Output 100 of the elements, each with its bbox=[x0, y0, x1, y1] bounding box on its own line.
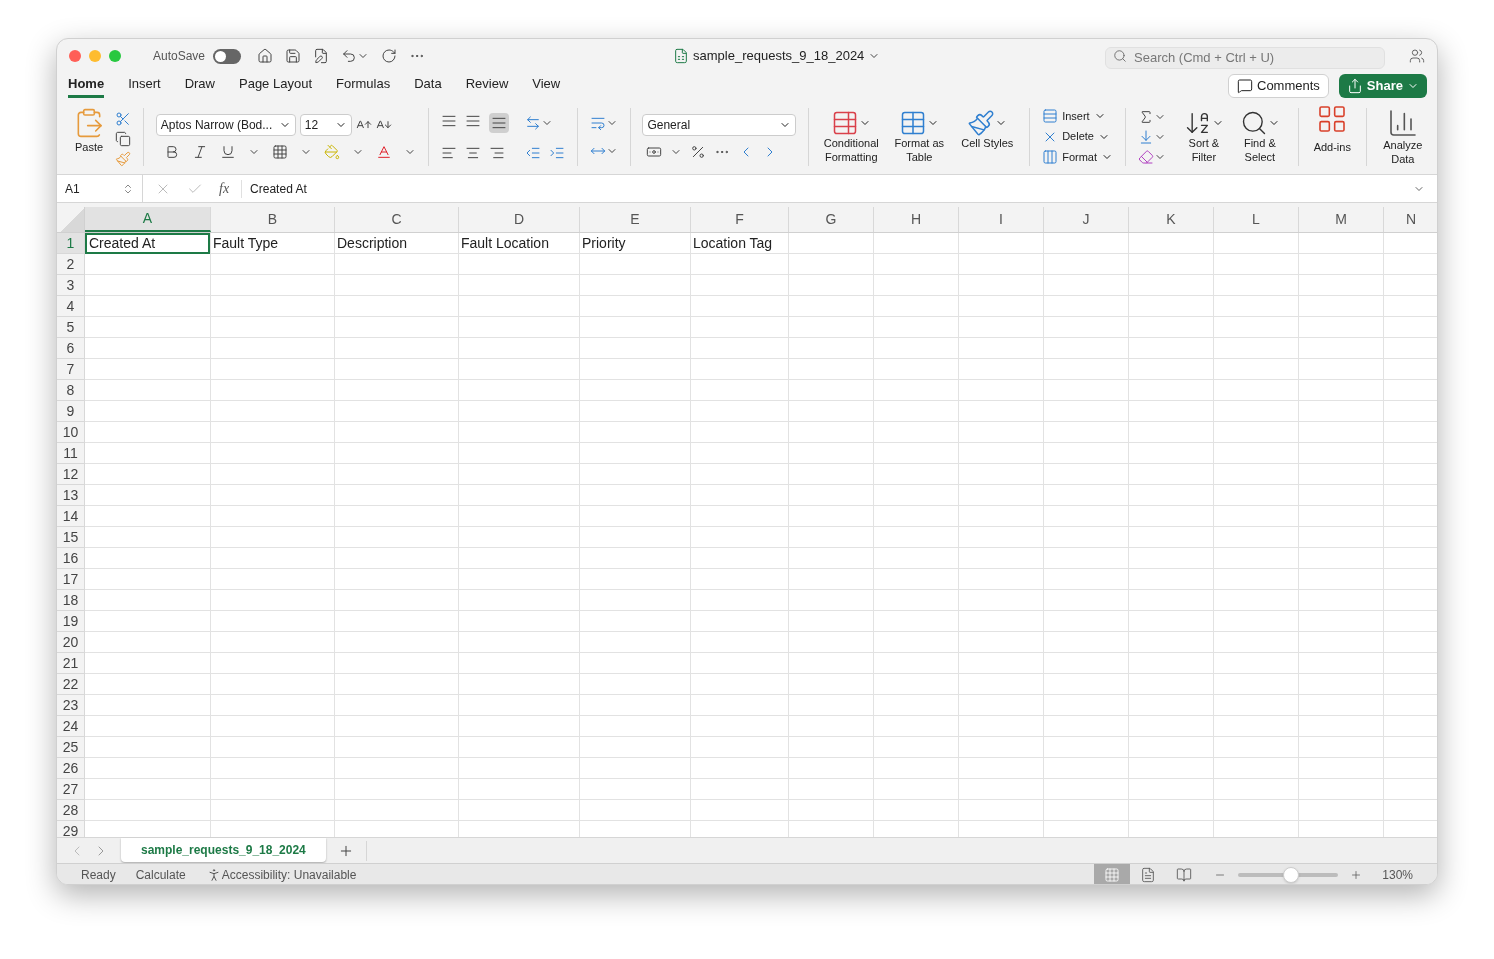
search-icon[interactable] bbox=[1113, 49, 1127, 63]
ribbon-tab[interactable]: Page Layout bbox=[239, 73, 312, 99]
row-header[interactable]: 21 bbox=[57, 653, 85, 674]
function-icon[interactable]: fx bbox=[219, 178, 230, 199]
cells-button[interactable]: Format bbox=[1042, 148, 1113, 166]
ribbon-tab[interactable]: Formulas bbox=[336, 73, 391, 99]
column-header[interactable]: G bbox=[789, 207, 874, 232]
editing-label: Find & Select bbox=[1242, 136, 1277, 165]
ribbon-tab[interactable]: Review bbox=[465, 73, 509, 99]
font-color-icon[interactable] bbox=[375, 143, 392, 160]
style-button[interactable]: Format as Table bbox=[889, 108, 950, 165]
row-header[interactable]: 6 bbox=[57, 338, 85, 359]
ribbon-tab[interactable]: Draw bbox=[184, 73, 215, 99]
home-icon[interactable] bbox=[257, 48, 274, 64]
zoom-level[interactable]: 130% bbox=[1382, 866, 1413, 884]
row-header[interactable]: 20 bbox=[57, 632, 85, 653]
borders-icon[interactable] bbox=[271, 143, 288, 160]
row-header[interactable]: 23 bbox=[57, 695, 85, 716]
row-header[interactable]: 29 bbox=[57, 821, 85, 837]
save-icon[interactable] bbox=[285, 48, 302, 64]
row-header[interactable]: 16 bbox=[57, 548, 85, 569]
scissors-icon[interactable] bbox=[115, 110, 131, 127]
row-header[interactable]: 2 bbox=[57, 254, 85, 275]
percent-icon[interactable] bbox=[690, 143, 707, 160]
column-header[interactable]: E bbox=[580, 207, 691, 232]
row-header[interactable]: 22 bbox=[57, 674, 85, 695]
ribbon-tab[interactable]: Home bbox=[68, 73, 105, 99]
cells-button[interactable]: Insert bbox=[1042, 107, 1113, 125]
row-header[interactable]: 10 bbox=[57, 422, 85, 443]
eraser-icon[interactable] bbox=[1137, 148, 1154, 165]
column-header[interactable]: M bbox=[1299, 207, 1384, 232]
redo-icon[interactable] bbox=[381, 48, 398, 64]
row-header[interactable]: 18 bbox=[57, 590, 85, 611]
accessibility-status[interactable]: Accessibility: Unavailable bbox=[221, 866, 357, 884]
add-ins-button[interactable]: Add-ins bbox=[1310, 103, 1354, 156]
style-button[interactable]: Conditional Formatting bbox=[821, 108, 882, 165]
row-header[interactable]: 5 bbox=[57, 317, 85, 338]
search-field[interactable]: Search (Cmd + Ctrl + U) bbox=[1105, 46, 1385, 69]
editing-button[interactable]: Find & Select bbox=[1233, 108, 1286, 165]
share-button[interactable]: Share bbox=[1338, 74, 1427, 98]
row-header[interactable]: 12 bbox=[57, 464, 85, 485]
column-header[interactable]: B bbox=[211, 207, 335, 232]
column-header[interactable]: L bbox=[1214, 207, 1299, 232]
row-header[interactable]: 3 bbox=[57, 275, 85, 296]
save-edit-icon[interactable] bbox=[313, 48, 330, 64]
row-header[interactable]: 15 bbox=[57, 527, 85, 548]
row-header[interactable]: 4 bbox=[57, 296, 85, 317]
font-name-field[interactable]: Aptos Narrow (Bod... bbox=[155, 113, 296, 136]
column-header[interactable]: H bbox=[874, 207, 959, 232]
row-header[interactable]: 25 bbox=[57, 737, 85, 758]
zoom-in-icon[interactable] bbox=[1350, 869, 1363, 881]
insert-rows-icon bbox=[1042, 108, 1059, 124]
people-icon[interactable] bbox=[1409, 48, 1425, 64]
row-header[interactable]: 26 bbox=[57, 758, 85, 779]
style-button[interactable]: Cell Styles bbox=[957, 108, 1018, 165]
style-label: Cell Styles bbox=[961, 136, 1014, 151]
ribbon-tab[interactable]: Insert bbox=[128, 73, 161, 99]
comments-button[interactable]: Comments bbox=[1228, 74, 1329, 98]
page-view-icon bbox=[1140, 867, 1157, 883]
row-header[interactable]: 9 bbox=[57, 401, 85, 422]
row-header[interactable]: 7 bbox=[57, 359, 85, 380]
sheet-tab[interactable]: sample_requests_9_18_2024 bbox=[121, 838, 326, 862]
font-size-field[interactable]: 12 bbox=[299, 113, 352, 136]
column-header[interactable]: J bbox=[1044, 207, 1129, 232]
undo-icon[interactable] bbox=[341, 48, 358, 64]
underline-icon[interactable] bbox=[219, 143, 236, 160]
column-header[interactable]: F bbox=[691, 207, 789, 232]
paste-button[interactable]: Paste bbox=[67, 106, 111, 155]
row-header[interactable]: 14 bbox=[57, 506, 85, 527]
editing-button[interactable]: Sort & Filter bbox=[1177, 108, 1230, 165]
column-header[interactable]: I bbox=[959, 207, 1044, 232]
autosave-label: AutoSave bbox=[153, 48, 206, 65]
share-icon bbox=[1346, 78, 1363, 94]
row-header[interactable]: 27 bbox=[57, 779, 85, 800]
row-header[interactable]: 19 bbox=[57, 611, 85, 632]
column-header[interactable]: K bbox=[1129, 207, 1214, 232]
normal-view-button[interactable] bbox=[1094, 864, 1131, 884]
row-header[interactable]: 17 bbox=[57, 569, 85, 590]
column-header[interactable]: N bbox=[1384, 207, 1437, 232]
row-header[interactable]: 8 bbox=[57, 380, 85, 401]
copy-icon[interactable] bbox=[115, 130, 131, 147]
formula-field[interactable]: Created At bbox=[241, 179, 307, 198]
row-header[interactable]: 11 bbox=[57, 443, 85, 464]
cells-button[interactable]: Delete bbox=[1042, 128, 1113, 145]
fill-color-icon[interactable] bbox=[323, 143, 340, 160]
align-bottom-button[interactable] bbox=[488, 112, 509, 133]
ribbon-tab[interactable]: View bbox=[532, 73, 561, 99]
column-header[interactable]: D bbox=[459, 207, 580, 232]
row-header[interactable]: 1 bbox=[57, 233, 85, 254]
row-header[interactable]: 13 bbox=[57, 485, 85, 506]
row-header[interactable]: 28 bbox=[57, 800, 85, 821]
row-header[interactable]: 24 bbox=[57, 716, 85, 737]
zoom-thumb[interactable] bbox=[1283, 867, 1300, 883]
name-box[interactable]: A1 bbox=[57, 175, 143, 202]
column-header[interactable]: A bbox=[85, 207, 211, 232]
autosave-toggle[interactable] bbox=[213, 48, 242, 64]
ribbon-tab[interactable]: Data bbox=[414, 73, 442, 99]
column-header[interactable]: C bbox=[335, 207, 459, 232]
analyze-data-button[interactable]: Analyze Data bbox=[1378, 106, 1427, 167]
number-format-field[interactable]: General bbox=[642, 113, 797, 136]
